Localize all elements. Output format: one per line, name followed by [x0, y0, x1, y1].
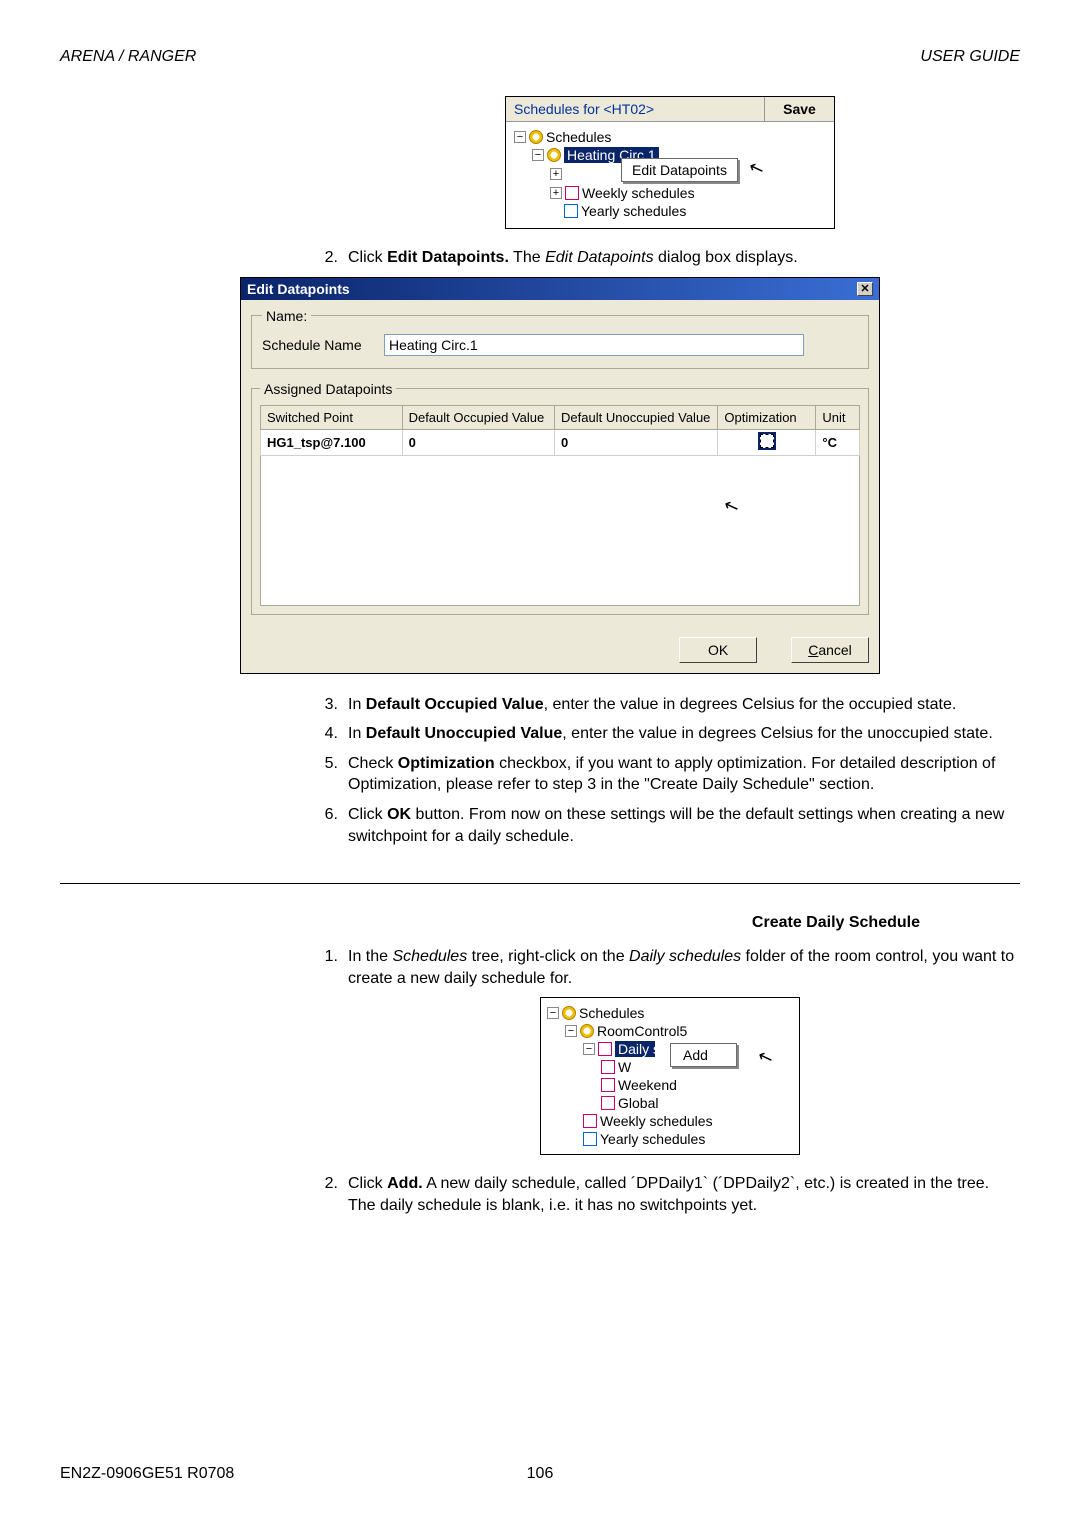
instruction-text: In Default Occupied Value, enter the val…: [348, 694, 1020, 716]
datapoints-table: Switched Point Default Occupied Value De…: [260, 405, 860, 456]
tree-label: RoomControl5: [597, 1023, 687, 1039]
tree-item[interactable]: Global: [547, 1094, 793, 1112]
schedule-icon: [601, 1096, 615, 1110]
table-row[interactable]: HG1_tsp@7.100 0 0 °C: [261, 429, 860, 455]
clock-icon: [562, 1006, 576, 1020]
header-left: ARENA / RANGER: [60, 48, 196, 66]
tree-item-yearly[interactable]: Yearly schedules: [547, 1130, 793, 1148]
list-number: 4.: [320, 723, 348, 745]
context-menu-item[interactable]: Add: [670, 1043, 737, 1067]
schedule-icon: [601, 1078, 615, 1092]
cell-unit: °C: [816, 429, 860, 455]
close-button[interactable]: ✕: [857, 282, 873, 296]
schedule-name-input[interactable]: [384, 334, 804, 356]
header-right: USER GUIDE: [920, 48, 1020, 66]
col-switched-point[interactable]: Switched Point: [261, 405, 403, 429]
section-heading: Create Daily Schedule: [60, 914, 1020, 932]
instruction-text: Check Optimization checkbox, if you want…: [348, 753, 1020, 796]
instruction-text: Click Add. A new daily schedule, called …: [348, 1173, 1020, 1216]
tree-item-weekly[interactable]: Weekly schedules: [547, 1112, 793, 1130]
folder-icon: [598, 1042, 612, 1056]
tree-label: Yearly schedules: [581, 203, 686, 219]
tree-label: Schedules: [546, 129, 611, 145]
tree-label: Schedules: [579, 1005, 644, 1021]
tree-label: Weekly schedules: [600, 1113, 713, 1129]
tree-item-yearly[interactable]: Yearly schedules: [514, 202, 826, 220]
save-button[interactable]: Save: [764, 97, 834, 121]
instruction-text: Click OK button. From now on these setti…: [348, 804, 1020, 847]
tree-item-weekly[interactable]: + Weekly schedules: [514, 184, 826, 202]
tree-label: Global: [618, 1095, 658, 1111]
list-number: 5.: [320, 753, 348, 796]
tree-label: Weekend: [618, 1077, 677, 1093]
section-divider: [60, 883, 1020, 884]
edit-datapoints-dialog: Edit Datapoints ✕ Name: Schedule Name As…: [240, 277, 880, 674]
tree-label: W: [618, 1059, 631, 1075]
instruction-text: In Default Unoccupied Value, enter the v…: [348, 723, 1020, 745]
list-number: 1.: [320, 946, 348, 989]
tree-root[interactable]: − Schedules: [547, 1004, 793, 1022]
col-unit[interactable]: Unit: [816, 405, 860, 429]
schedule-name-label: Schedule Name: [262, 337, 372, 353]
page-number: 106: [527, 1465, 554, 1483]
clock-icon: [547, 148, 561, 162]
cell-switched-point: HG1_tsp@7.100: [261, 429, 403, 455]
group-label: Assigned Datapoints: [260, 381, 396, 397]
footer-doc-id: EN2Z-0906GE51 R0708: [60, 1465, 234, 1483]
group-label: Name:: [262, 308, 311, 324]
tree-root[interactable]: − Schedules: [514, 128, 826, 146]
tree-label: Daily schedules: [615, 1041, 655, 1057]
clock-icon: [529, 130, 543, 144]
cursor-icon: ↖: [721, 494, 742, 519]
panel-title: Schedules for <HT02>: [506, 97, 764, 121]
instruction-text: In the Schedules tree, right-click on th…: [348, 946, 1020, 989]
dialog-title: Edit Datapoints: [247, 281, 350, 297]
col-default-unoccupied[interactable]: Default Unoccupied Value: [555, 405, 718, 429]
clock-icon: [580, 1024, 594, 1038]
schedule-icon: [565, 186, 579, 200]
list-number: 2.: [320, 1173, 348, 1216]
schedules-tree: − Schedules − RoomControl5 − Daily sched…: [540, 997, 800, 1155]
expand-icon[interactable]: +: [550, 187, 562, 199]
collapse-icon[interactable]: −: [532, 149, 544, 161]
collapse-icon[interactable]: −: [583, 1043, 595, 1055]
list-number: 6.: [320, 804, 348, 847]
schedule-icon: [583, 1132, 597, 1146]
col-default-occupied[interactable]: Default Occupied Value: [402, 405, 554, 429]
optimization-checkbox[interactable]: [760, 434, 774, 448]
collapse-icon[interactable]: −: [547, 1007, 559, 1019]
cancel-button[interactable]: Cancel: [791, 637, 869, 663]
collapse-icon[interactable]: −: [565, 1025, 577, 1037]
list-number: 2.: [320, 247, 348, 269]
tree-label: Weekly schedules: [582, 185, 695, 201]
instruction-text: Click Edit Datapoints. The Edit Datapoin…: [348, 247, 1020, 269]
cell-occupied-value[interactable]: 0: [402, 429, 554, 455]
tree-item[interactable]: − RoomControl5: [547, 1022, 793, 1040]
cell-unoccupied-value[interactable]: 0: [555, 429, 718, 455]
tree-label: Yearly schedules: [600, 1131, 705, 1147]
col-optimization[interactable]: Optimization: [718, 405, 816, 429]
list-number: 3.: [320, 694, 348, 716]
schedule-icon: [601, 1060, 615, 1074]
context-menu-item[interactable]: Edit Datapoints: [621, 158, 738, 182]
ok-button[interactable]: OK: [679, 637, 757, 663]
schedule-icon: [564, 204, 578, 218]
schedule-icon: [583, 1114, 597, 1128]
expand-icon[interactable]: +: [550, 168, 562, 180]
table-empty-area: ↖: [260, 456, 860, 606]
tree-item[interactable]: Weekend: [547, 1076, 793, 1094]
cell-optimization[interactable]: [718, 429, 816, 455]
collapse-icon[interactable]: −: [514, 131, 526, 143]
